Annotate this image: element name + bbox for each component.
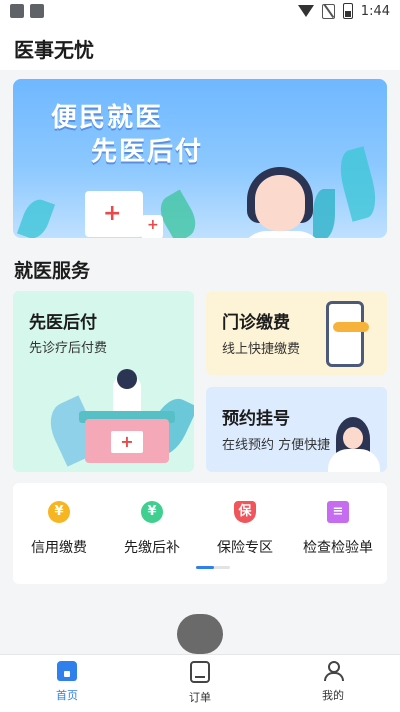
yen-coin-icon: ¥ bbox=[48, 501, 70, 523]
banner-slogan-line1: 便民就医 bbox=[51, 103, 164, 133]
quick-link-prepay-refund[interactable]: ¥ 先缴后补 bbox=[107, 501, 197, 557]
status-time: 1:44 bbox=[360, 3, 390, 19]
banner-leaf-decoration bbox=[16, 195, 56, 238]
banner-leaf-decoration bbox=[334, 146, 382, 222]
profile-icon bbox=[323, 661, 344, 681]
outpatient-payment-subtitle: 线上快捷缴费 bbox=[222, 342, 301, 357]
pay-later-title: 先医后付 bbox=[29, 313, 97, 333]
quick-link-label: 检查检验单 bbox=[303, 540, 373, 556]
status-bar-notifications bbox=[10, 4, 44, 18]
pay-later-subtitle: 先诊疗后付费 bbox=[29, 341, 108, 356]
wifi-icon bbox=[297, 5, 314, 17]
doctor-illustration-hair bbox=[117, 369, 137, 389]
appointment-title: 预约挂号 bbox=[222, 409, 290, 429]
phone-illustration bbox=[326, 301, 369, 367]
tab-profile[interactable]: 我的 bbox=[293, 661, 373, 703]
quick-link-label: 保险专区 bbox=[217, 540, 273, 556]
outpatient-payment-title: 门诊缴费 bbox=[222, 313, 290, 333]
bottom-tab-bar: 首页 订单 我的 bbox=[0, 654, 400, 712]
status-bar: 1:44 bbox=[0, 0, 400, 24]
banner-slogan: 便民就医 先医后付 bbox=[51, 101, 203, 169]
outpatient-payment-card[interactable]: 门诊缴费 线上快捷缴费 bbox=[206, 291, 387, 375]
quick-links-panel: ¥ 信用缴费 ¥ 先缴后补 保 保险专区 ≡ 检查检验单 bbox=[13, 483, 387, 584]
image-notification-icon bbox=[10, 4, 24, 18]
tab-home[interactable]: 首页 bbox=[27, 661, 107, 703]
yen-refund-icon: ¥ bbox=[141, 501, 163, 523]
medical-cross-icon: + bbox=[111, 431, 143, 453]
app-bar: 医事无忧 bbox=[0, 24, 400, 70]
tab-label: 首页 bbox=[56, 689, 78, 702]
medical-cross-icon: + bbox=[103, 201, 122, 226]
doctor-illustration-coat bbox=[328, 449, 380, 472]
app-notification-icon bbox=[30, 4, 44, 18]
order-icon bbox=[190, 661, 210, 683]
banner-leaf-decoration bbox=[313, 189, 335, 238]
quick-link-insurance[interactable]: 保 保险专区 bbox=[200, 501, 290, 557]
profile-icon-body bbox=[324, 672, 344, 681]
quick-link-credit-payment[interactable]: ¥ 信用缴费 bbox=[14, 501, 104, 557]
promo-banner[interactable]: + + 便民就医 先医后付 bbox=[13, 79, 387, 238]
quick-link-label: 信用缴费 bbox=[31, 540, 87, 556]
section-title: 就医服务 bbox=[14, 260, 91, 282]
phone-bar-decoration bbox=[333, 322, 369, 332]
no-sim-icon bbox=[321, 3, 335, 19]
home-icon bbox=[57, 661, 77, 681]
tab-label: 我的 bbox=[322, 689, 344, 702]
quick-link-test-reports[interactable]: ≡ 检查检验单 bbox=[293, 501, 383, 557]
medical-cross-icon: + bbox=[147, 217, 159, 233]
page-indicator bbox=[196, 566, 230, 569]
status-bar-system: 1:44 bbox=[297, 3, 390, 19]
floating-assistant-button[interactable] bbox=[177, 614, 223, 654]
tab-orders[interactable]: 订单 bbox=[160, 661, 240, 705]
app-title: 医事无忧 bbox=[14, 38, 94, 62]
appointment-subtitle: 在线预约 方便快捷 bbox=[222, 438, 331, 453]
pay-later-card[interactable]: 先医后付 先诊疗后付费 + bbox=[13, 291, 194, 472]
doctor-illustration-face bbox=[343, 427, 363, 449]
insurance-shield-icon: 保 bbox=[234, 501, 256, 523]
tab-label: 订单 bbox=[189, 691, 211, 704]
report-document-icon: ≡ bbox=[327, 501, 349, 523]
page-indicator-active bbox=[196, 566, 214, 569]
appointment-card[interactable]: 预约挂号 在线预约 方便快捷 bbox=[206, 387, 387, 472]
banner-slogan-line2: 先医后付 bbox=[91, 137, 204, 167]
quick-link-label: 先缴后补 bbox=[124, 540, 180, 556]
doctor-illustration-face bbox=[255, 175, 305, 231]
battery-icon bbox=[342, 3, 353, 19]
